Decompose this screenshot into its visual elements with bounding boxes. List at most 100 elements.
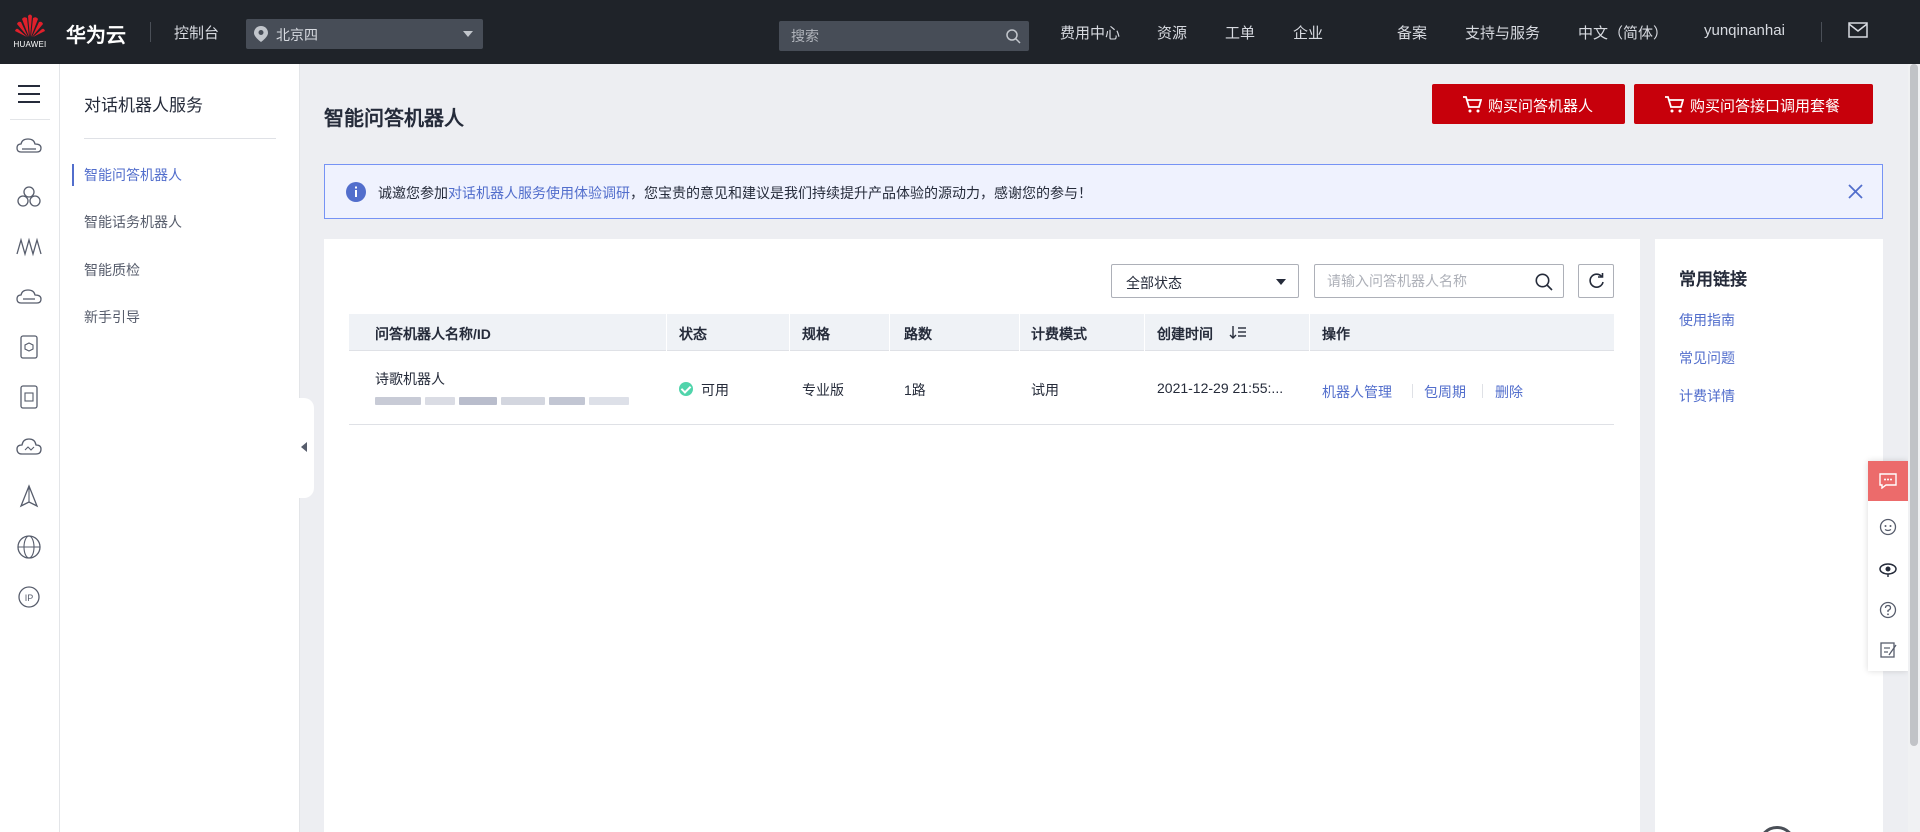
- robot-search-input[interactable]: [1315, 265, 1525, 297]
- collapse-sidebar-button[interactable]: [296, 398, 314, 498]
- manage-robot-link[interactable]: 机器人管理: [1322, 382, 1392, 402]
- edit-note-icon[interactable]: [1879, 641, 1897, 659]
- search-icon[interactable]: [1535, 273, 1553, 291]
- logo-text: HUAWEI: [13, 40, 47, 49]
- sidebar-item-qa-robot[interactable]: 智能问答机器人: [84, 165, 182, 185]
- waveform-icon[interactable]: [16, 234, 42, 260]
- sidebar-item-call-robot[interactable]: 智能话务机器人: [84, 212, 182, 232]
- console-link[interactable]: 控制台: [174, 22, 219, 43]
- survey-notice-banner: 诚邀您参加对话机器人服务使用体验调研，您宝贵的意见和建议是我们持续提升产品体验的…: [324, 164, 1883, 219]
- global-search[interactable]: [779, 21, 1029, 51]
- common-links-panel: 常用链接 使用指南 常见问题 计费详情: [1655, 239, 1883, 832]
- enterprise-link[interactable]: 企业: [1293, 22, 1323, 43]
- divider: [84, 138, 276, 139]
- buy-qa-robot-button[interactable]: 购买问答机器人: [1432, 84, 1625, 124]
- column-divider: [1019, 314, 1020, 351]
- customer-service-icon[interactable]: [1879, 560, 1897, 578]
- active-indicator: [72, 164, 74, 186]
- mail-icon[interactable]: [1848, 22, 1868, 38]
- column-divider: [789, 314, 790, 351]
- delete-link[interactable]: 删除: [1495, 382, 1523, 402]
- refresh-button[interactable]: [1578, 264, 1614, 298]
- common-links-title: 常用链接: [1679, 270, 1747, 289]
- faq-link[interactable]: 常见问题: [1679, 348, 1735, 368]
- resources-link[interactable]: 资源: [1157, 22, 1187, 43]
- search-input[interactable]: [779, 21, 994, 51]
- feedback-chat-button[interactable]: [1868, 461, 1908, 501]
- database-icon[interactable]: [16, 384, 42, 410]
- svg-text:IP: IP: [25, 593, 34, 603]
- column-header-actions: 操作: [1322, 326, 1350, 342]
- icp-filing-link[interactable]: 备案: [1397, 22, 1427, 43]
- cloud-server-icon[interactable]: [16, 134, 42, 160]
- page-scrollbar[interactable]: [1908, 64, 1920, 832]
- language-selector[interactable]: 中文（简体）: [1578, 22, 1668, 43]
- robot-lines: 1路: [904, 382, 926, 398]
- action-divider: [1412, 384, 1413, 398]
- chevron-left-icon: [301, 442, 307, 452]
- column-header-billing: 计费模式: [1031, 326, 1087, 342]
- billing-details-link[interactable]: 计费详情: [1679, 386, 1735, 406]
- cluster-icon[interactable]: [16, 184, 42, 210]
- status-filter-value: 全部状态: [1126, 275, 1182, 291]
- user-guide-link[interactable]: 使用指南: [1679, 310, 1735, 330]
- region-label: 北京四: [276, 27, 318, 43]
- robot-name-search[interactable]: [1314, 264, 1564, 298]
- robot-list-card: 全部状态 问答机器人名称/ID 状态 规格 路数 计费模式 创建时间: [324, 239, 1640, 832]
- cloud-disk-icon[interactable]: [16, 284, 42, 310]
- ip-icon[interactable]: IP: [16, 584, 42, 610]
- status-filter-select[interactable]: 全部状态: [1111, 264, 1299, 298]
- table-header: 问答机器人名称/ID 状态 规格 路数 计费模式 创建时间 操作: [349, 314, 1614, 351]
- cart-icon: [1665, 96, 1684, 113]
- action-divider: [1482, 384, 1483, 398]
- column-header-spec: 规格: [802, 326, 830, 342]
- robot-assistant-icon[interactable]: [1879, 518, 1897, 536]
- notice-suffix: ，您宝贵的意见和建议是我们持续提升产品体验的源动力，感谢您的参与！: [630, 185, 1092, 201]
- service-title: 对话机器人服务: [84, 96, 203, 115]
- column-divider: [889, 314, 890, 351]
- cloud-icon[interactable]: [16, 434, 42, 460]
- column-divider: [666, 314, 667, 351]
- user-account-menu[interactable]: yunqinanhai: [1704, 22, 1785, 39]
- notice-prefix: 诚邀您参加: [378, 185, 448, 201]
- button-label: 购买问答接口调用套餐: [1690, 98, 1841, 115]
- column-divider: [1144, 314, 1145, 351]
- cube-icon[interactable]: [16, 334, 42, 360]
- tower-icon[interactable]: [16, 484, 42, 510]
- divider: [1821, 22, 1822, 42]
- floating-toolbar: [1868, 461, 1908, 671]
- billing-center-link[interactable]: 费用中心: [1060, 22, 1120, 43]
- buy-api-package-button[interactable]: 购买问答接口调用套餐: [1634, 84, 1873, 124]
- page-title: 智能问答机器人: [324, 108, 464, 130]
- column-header-name: 问答机器人名称/ID: [375, 326, 491, 342]
- tickets-link[interactable]: 工单: [1225, 22, 1255, 43]
- brand-name[interactable]: 华为云: [66, 19, 126, 48]
- region-selector[interactable]: 北京四: [246, 19, 483, 49]
- menu-icon[interactable]: [16, 81, 42, 107]
- support-link[interactable]: 支持与服务: [1465, 22, 1540, 43]
- help-icon[interactable]: [1879, 601, 1897, 619]
- service-side-nav: 对话机器人服务 智能问答机器人 智能话务机器人 智能质检 新手引导: [60, 64, 300, 832]
- chevron-down-icon: [463, 31, 473, 37]
- scrollbar-thumb[interactable]: [1910, 64, 1918, 746]
- survey-link[interactable]: 对话机器人服务使用体验调研: [448, 185, 630, 201]
- cart-icon: [1463, 96, 1482, 113]
- subscription-link[interactable]: 包周期: [1424, 382, 1466, 402]
- sort-icon[interactable]: [1229, 325, 1247, 339]
- robot-spec: 专业版: [802, 382, 844, 398]
- sidebar-item-beginner-guide[interactable]: 新手引导: [84, 307, 140, 327]
- refresh-icon: [1589, 273, 1604, 288]
- huawei-logo[interactable]: HUAWEI: [12, 10, 48, 54]
- available-status-icon: [679, 382, 693, 396]
- column-divider: [1309, 314, 1310, 351]
- robot-created-time: 2021-12-29 21:55:...: [1157, 380, 1284, 396]
- divider: [150, 22, 151, 42]
- robot-name: 诗歌机器人: [375, 371, 445, 387]
- search-icon[interactable]: [1006, 29, 1021, 44]
- robot-billing-mode: 试用: [1031, 382, 1059, 398]
- column-header-lines: 路数: [904, 326, 932, 342]
- divider: [10, 119, 50, 120]
- close-icon[interactable]: [1847, 183, 1864, 200]
- globe-icon[interactable]: [16, 534, 42, 560]
- sidebar-item-quality-inspection[interactable]: 智能质检: [84, 260, 140, 280]
